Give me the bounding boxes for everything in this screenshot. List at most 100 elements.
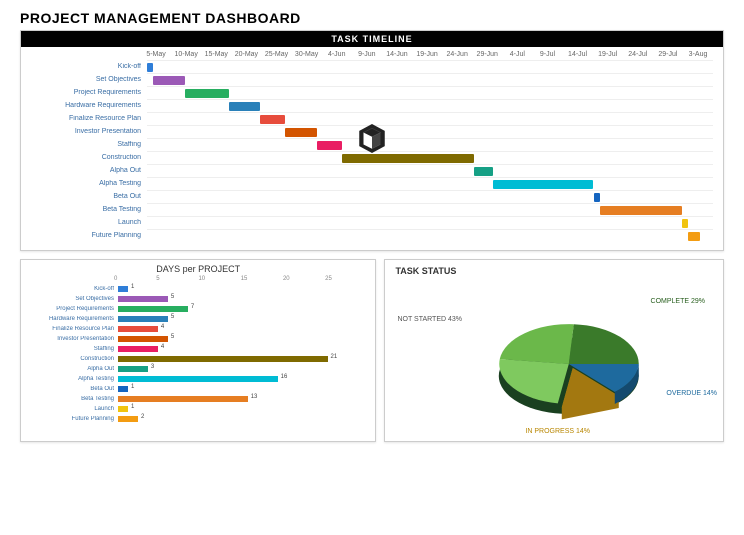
gantt-track bbox=[147, 229, 713, 243]
hbar-label: Beta Out bbox=[29, 386, 118, 392]
hbar-value: 4 bbox=[161, 344, 164, 350]
gantt-bar bbox=[260, 115, 285, 124]
gantt-bar bbox=[594, 193, 600, 202]
hbar-tick: 20 bbox=[283, 276, 325, 282]
gantt-track bbox=[147, 177, 713, 191]
hbar-row: Hardware Requirements5 bbox=[29, 314, 367, 324]
status-chart-title: TASK STATUS bbox=[385, 260, 723, 276]
hbar-track: 5 bbox=[118, 315, 367, 323]
hbar-track: 3 bbox=[118, 365, 367, 373]
gantt-task-label: Project Requirements bbox=[31, 89, 147, 96]
hbar-track: 1 bbox=[118, 405, 367, 413]
hbar-value: 1 bbox=[131, 384, 134, 390]
gantt-task-label: Beta Testing bbox=[31, 206, 147, 213]
gantt-row: Alpha Out bbox=[31, 164, 713, 177]
gantt-task-label: Alpha Out bbox=[31, 167, 147, 174]
gantt-bar bbox=[493, 180, 594, 189]
hbar-label: Project Requirements bbox=[29, 306, 118, 312]
gantt-row: Project Requirements bbox=[31, 86, 713, 99]
gantt-task-label: Alpha Testing bbox=[31, 180, 147, 187]
gantt-track bbox=[147, 99, 713, 113]
hbar-tick: 10 bbox=[198, 276, 240, 282]
hbar-row: Investor Presentation5 bbox=[29, 334, 367, 344]
days-chart-title: DAYS per PROJECT bbox=[21, 260, 375, 276]
timeline-panel: TASK TIMELINE 5-May10-May15-May20-May25-… bbox=[20, 30, 724, 251]
hbar-row: Alpha Testing16 bbox=[29, 374, 367, 384]
gantt-bar bbox=[317, 141, 342, 150]
gantt-task-label: Set Objectives bbox=[31, 76, 147, 83]
gantt-bar bbox=[600, 206, 682, 215]
timeline-header: TASK TIMELINE bbox=[21, 31, 723, 47]
hbar-value: 1 bbox=[131, 404, 134, 410]
gantt-row: Beta Testing bbox=[31, 203, 713, 216]
gantt-date-tick: 5-May bbox=[141, 51, 171, 58]
hbar-label: Construction bbox=[29, 356, 118, 362]
hbar-track: 2 bbox=[118, 415, 367, 423]
hbar-bar bbox=[118, 366, 148, 372]
gantt-date-tick: 24-Jun bbox=[442, 51, 472, 58]
gantt-date-tick: 19-Jul bbox=[593, 51, 623, 58]
hbar-row: Kick-off 1 bbox=[29, 284, 367, 294]
hbar-row: Finalize Resource Plan4 bbox=[29, 324, 367, 334]
gantt-date-tick: 30-May bbox=[292, 51, 322, 58]
hbar-row: Construction 21 bbox=[29, 354, 367, 364]
pie-label-complete: COMPLETE 29% bbox=[651, 298, 705, 305]
gantt-bar bbox=[185, 89, 229, 98]
gantt-task-label: Finalize Resource Plan bbox=[31, 115, 147, 122]
gantt-bar bbox=[147, 63, 153, 72]
gantt-task-label: Staffing bbox=[31, 141, 147, 148]
pie-chart: COMPLETE 29% NOT STARTED 43% OVERDUE 14%… bbox=[385, 276, 723, 441]
hbar-label: Investor Presentation bbox=[29, 336, 118, 342]
gantt-track bbox=[147, 60, 713, 74]
gantt-date-tick: 14-Jul bbox=[563, 51, 593, 58]
gantt-track bbox=[147, 73, 713, 87]
gantt-bar bbox=[229, 102, 260, 111]
gantt-row: Kick-off bbox=[31, 60, 713, 73]
gantt-row: Hardware Requirements bbox=[31, 99, 713, 112]
hbar-track: 4 bbox=[118, 345, 367, 353]
gantt-date-tick: 20-May bbox=[231, 51, 261, 58]
hbar-row: Beta Testing13 bbox=[29, 394, 367, 404]
hbar-row: Staffing4 bbox=[29, 344, 367, 354]
gantt-task-label: Future Planning bbox=[31, 232, 147, 239]
hbar-value: 4 bbox=[161, 324, 164, 330]
hbar-bar bbox=[118, 416, 138, 422]
gantt-track bbox=[147, 190, 713, 204]
hbar-track: 7 bbox=[118, 305, 367, 313]
hbar-row: Future Planning2 bbox=[29, 414, 367, 424]
gantt-track bbox=[147, 125, 713, 139]
gantt-bar bbox=[153, 76, 184, 85]
hbar-bar bbox=[118, 406, 128, 412]
gantt-date-tick: 19-Jun bbox=[412, 51, 442, 58]
hbar-value: 3 bbox=[151, 364, 154, 370]
hbar-bar bbox=[118, 296, 168, 302]
days-per-project-panel: DAYS per PROJECT 0510152025 Kick-off 1 Set… bbox=[20, 259, 376, 442]
gantt-row: Launch bbox=[31, 216, 713, 229]
days-chart-rows: Kick-off 1 Set Objectives5 Project Requirem… bbox=[29, 284, 367, 424]
gantt-date-tick: 4-Jun bbox=[322, 51, 352, 58]
hbar-track: 16 bbox=[118, 375, 367, 383]
hbar-track: 1 bbox=[118, 285, 367, 293]
gantt-track bbox=[147, 86, 713, 100]
gantt-date-tick: 4-Jul bbox=[502, 51, 532, 58]
gantt-task-label: Construction bbox=[31, 154, 147, 161]
gantt-track bbox=[147, 112, 713, 126]
hbar-label: Kick-off bbox=[29, 286, 118, 292]
hbar-row: Set Objectives5 bbox=[29, 294, 367, 304]
hbar-track: 5 bbox=[118, 295, 367, 303]
gantt-row: Set Objectives bbox=[31, 73, 713, 86]
hbar-track: 21 bbox=[118, 355, 367, 363]
hbar-bar bbox=[118, 396, 248, 402]
hbar-value: 1 bbox=[131, 284, 134, 290]
hbar-track: 13 bbox=[118, 395, 367, 403]
gantt-track bbox=[147, 203, 713, 217]
days-chart-axis: 0510152025 bbox=[29, 276, 367, 282]
hbar-value: 16 bbox=[281, 374, 288, 380]
gantt-track bbox=[147, 216, 713, 230]
hbar-label: Alpha Out bbox=[29, 366, 118, 372]
hbar-value: 21 bbox=[331, 354, 338, 360]
hbar-row: Launch1 bbox=[29, 404, 367, 414]
gantt-task-label: Hardware Requirements bbox=[31, 102, 147, 109]
pie-label-overdue: OVERDUE 14% bbox=[666, 390, 717, 397]
gantt-date-tick: 10-May bbox=[171, 51, 201, 58]
